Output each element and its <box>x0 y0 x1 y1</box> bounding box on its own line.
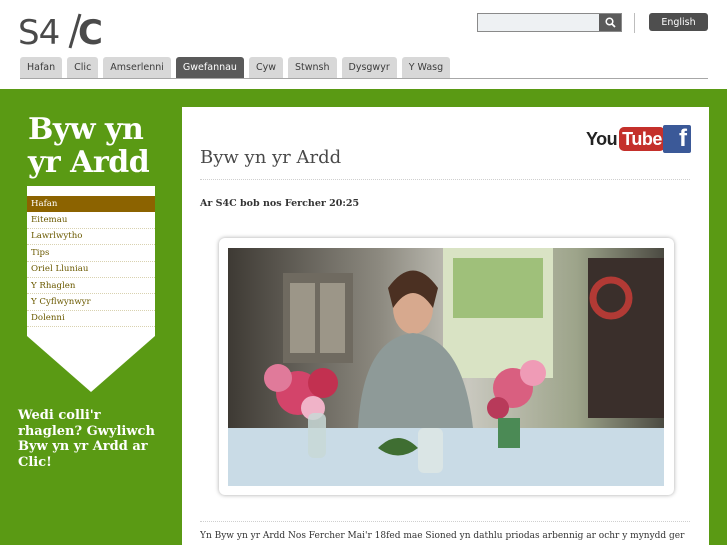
tab-y-wasg[interactable]: Y Wasg <box>401 57 451 78</box>
youtube-logo-tube: Tube <box>619 127 665 151</box>
article-text: Yn Byw yn yr Ardd Nos Fercher Mai'r 18fe… <box>200 531 685 541</box>
tab-dysgwyr[interactable]: Dysgwyr <box>341 57 397 78</box>
nav-underline <box>20 78 708 79</box>
sidebar-item-y-cyflwynwyr[interactable]: Y Cyflwynwyr <box>27 294 155 311</box>
video-thumbnail[interactable] <box>228 248 664 486</box>
tab-hafan[interactable]: Hafan <box>20 57 63 78</box>
youtube-logo-you: You <box>586 128 618 149</box>
language-button[interactable]: English <box>649 13 708 31</box>
youtube-link[interactable]: You Tube <box>586 125 665 153</box>
title-divider <box>200 179 690 180</box>
schedule-text: Ar S4C bob nos Fercher 20:25 <box>200 198 360 209</box>
sidebar-item-eitemau[interactable]: Eitemau <box>27 212 155 229</box>
sidebar-item-lawrlwytho[interactable]: Lawrlwytho <box>27 229 155 246</box>
programme-title[interactable]: Byw yn yr Ardd <box>28 113 168 179</box>
sidebar-item-oriel-lluniau[interactable]: Oriel Lluniau <box>27 262 155 278</box>
video-player <box>219 238 674 495</box>
search-box <box>477 13 622 32</box>
body-divider <box>200 521 690 522</box>
sidebar-arrow-decoration <box>27 336 155 392</box>
s4c-logo[interactable]: S4 C <box>18 12 108 50</box>
main-content: You Tube f Byw yn yr Ardd Ar S4C bob nos… <box>182 107 709 545</box>
sidebar-menu: Hafan Eitemau Lawrlwytho Tips Oriel Llun… <box>27 186 155 336</box>
search-icon <box>604 17 616 28</box>
sidebar-item-y-rhaglen[interactable]: Y Rhaglen <box>27 278 155 295</box>
search-input[interactable] <box>478 14 600 31</box>
video-image <box>228 248 664 486</box>
tab-stwnsh[interactable]: Stwnsh <box>287 57 337 78</box>
main-nav-tabs: Hafan Clic Amserlenni Gwefannau Cyw Stwn… <box>20 57 451 78</box>
sidebar-item-dolenni[interactable]: Dolenni <box>27 311 155 328</box>
page-title: Byw yn yr Ardd <box>200 147 342 168</box>
tab-amserlenni[interactable]: Amserlenni <box>103 57 171 78</box>
header-divider <box>634 13 635 33</box>
missed-programme-link[interactable]: Wedi colli'r rhaglen? Gwyliwch Byw yn yr… <box>18 408 168 470</box>
tab-clic[interactable]: Clic <box>67 57 99 78</box>
tab-cyw[interactable]: Cyw <box>248 57 283 78</box>
search-button[interactable] <box>599 14 621 31</box>
svg-text:C: C <box>78 13 103 50</box>
svg-text:S4: S4 <box>18 13 59 50</box>
social-links: You Tube f <box>586 125 691 153</box>
sidebar-item-tips[interactable]: Tips <box>27 245 155 262</box>
tab-gwefannau[interactable]: Gwefannau <box>175 57 244 78</box>
facebook-icon[interactable]: f <box>663 125 691 153</box>
sidebar-item-hafan[interactable]: Hafan <box>27 196 155 213</box>
